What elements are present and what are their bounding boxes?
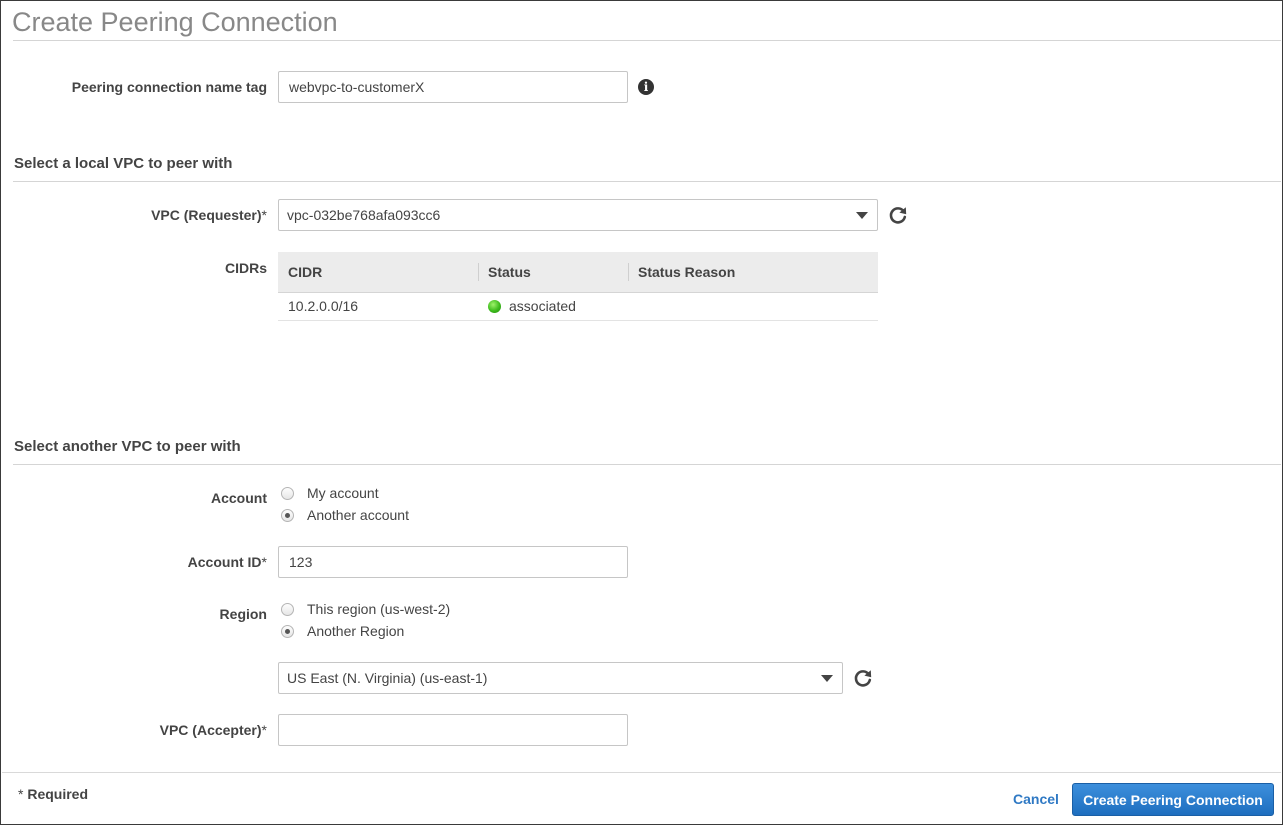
vpc-accepter-input[interactable] [278,714,628,746]
vpc-requester-label: VPC (Requester)* [151,207,267,223]
info-icon[interactable]: i [638,79,654,95]
status-ok-icon [488,300,501,313]
local-section-divider [13,181,1281,182]
chevron-down-icon [821,675,833,682]
required-note: * Required [18,786,88,802]
cidr-table: CIDR Status Status Reason 10.2.0.0/16 as… [278,252,878,321]
account-option-my-account[interactable]: My account [281,485,379,501]
table-row: 10.2.0.0/16 associated [278,292,878,321]
account-id-input[interactable] [278,546,628,578]
radio-label: My account [307,485,379,501]
radio-label: This region (us-west-2) [307,601,451,617]
dialog-frame: Create Peering Connection Peering connec… [0,0,1283,825]
cidrs-label: CIDRs [224,260,267,276]
region-option-this-region[interactable]: This region (us-west-2) [281,601,450,617]
account-option-another-account[interactable]: Another account [281,507,409,523]
page-title: Create Peering Connection [12,7,338,37]
radio-label: Another Region [307,623,405,639]
account-id-label-text: Account ID [187,554,262,570]
status-cell: associated [478,292,628,321]
name-tag-label: Peering connection name tag [71,79,267,95]
title-divider [13,40,1281,41]
region-option-another-region[interactable]: Another Region [281,623,404,639]
radio-my-account[interactable] [281,486,294,500]
vpc-accepter-label: VPC (Accepter)* [160,722,267,738]
refresh-icon [854,670,872,687]
region-label: Region [219,606,267,622]
cancel-button[interactable]: Cancel [1013,791,1059,807]
status-text: associated [509,298,576,314]
column-header-cidr: CIDR [278,252,478,293]
radio-another-region[interactable] [281,624,294,638]
vpc-requester-label-text: VPC (Requester) [151,207,262,223]
radio-this-region[interactable] [281,602,294,616]
refresh-requester-button[interactable] [887,204,909,226]
region-value: US East (N. Virginia) (us-east-1) [287,670,488,686]
vpc-accepter-label-text: VPC (Accepter) [159,722,262,738]
peer-section-divider [13,464,1281,465]
radio-another-account[interactable] [281,508,294,522]
footer-divider [2,772,1281,773]
status-reason-cell [628,292,878,321]
account-label: Account [211,490,267,506]
cidr-cell: 10.2.0.0/16 [278,292,478,321]
column-header-status: Status [478,252,628,293]
required-star: * [261,554,267,570]
vpc-requester-value: vpc-032be768afa093cc6 [287,207,441,223]
required-star: * [261,722,267,738]
name-tag-input[interactable] [278,71,628,103]
required-note-text: Required [27,786,89,802]
account-id-label: Account ID* [188,554,267,570]
required-star: * [18,786,24,802]
refresh-icon [889,207,907,224]
required-star: * [261,207,267,223]
peer-vpc-section-title: Select another VPC to peer with [14,438,241,455]
cidr-table-header: CIDR Status Status Reason [278,252,878,293]
vpc-requester-select[interactable]: vpc-032be768afa093cc6 [278,199,878,231]
refresh-region-button[interactable] [852,667,874,689]
column-header-status-reason: Status Reason [628,252,878,293]
radio-label: Another account [307,507,409,523]
create-peering-connection-button[interactable]: Create Peering Connection [1072,783,1274,816]
region-select[interactable]: US East (N. Virginia) (us-east-1) [278,662,843,694]
local-vpc-section-title: Select a local VPC to peer with [14,155,233,172]
chevron-down-icon [856,212,868,219]
